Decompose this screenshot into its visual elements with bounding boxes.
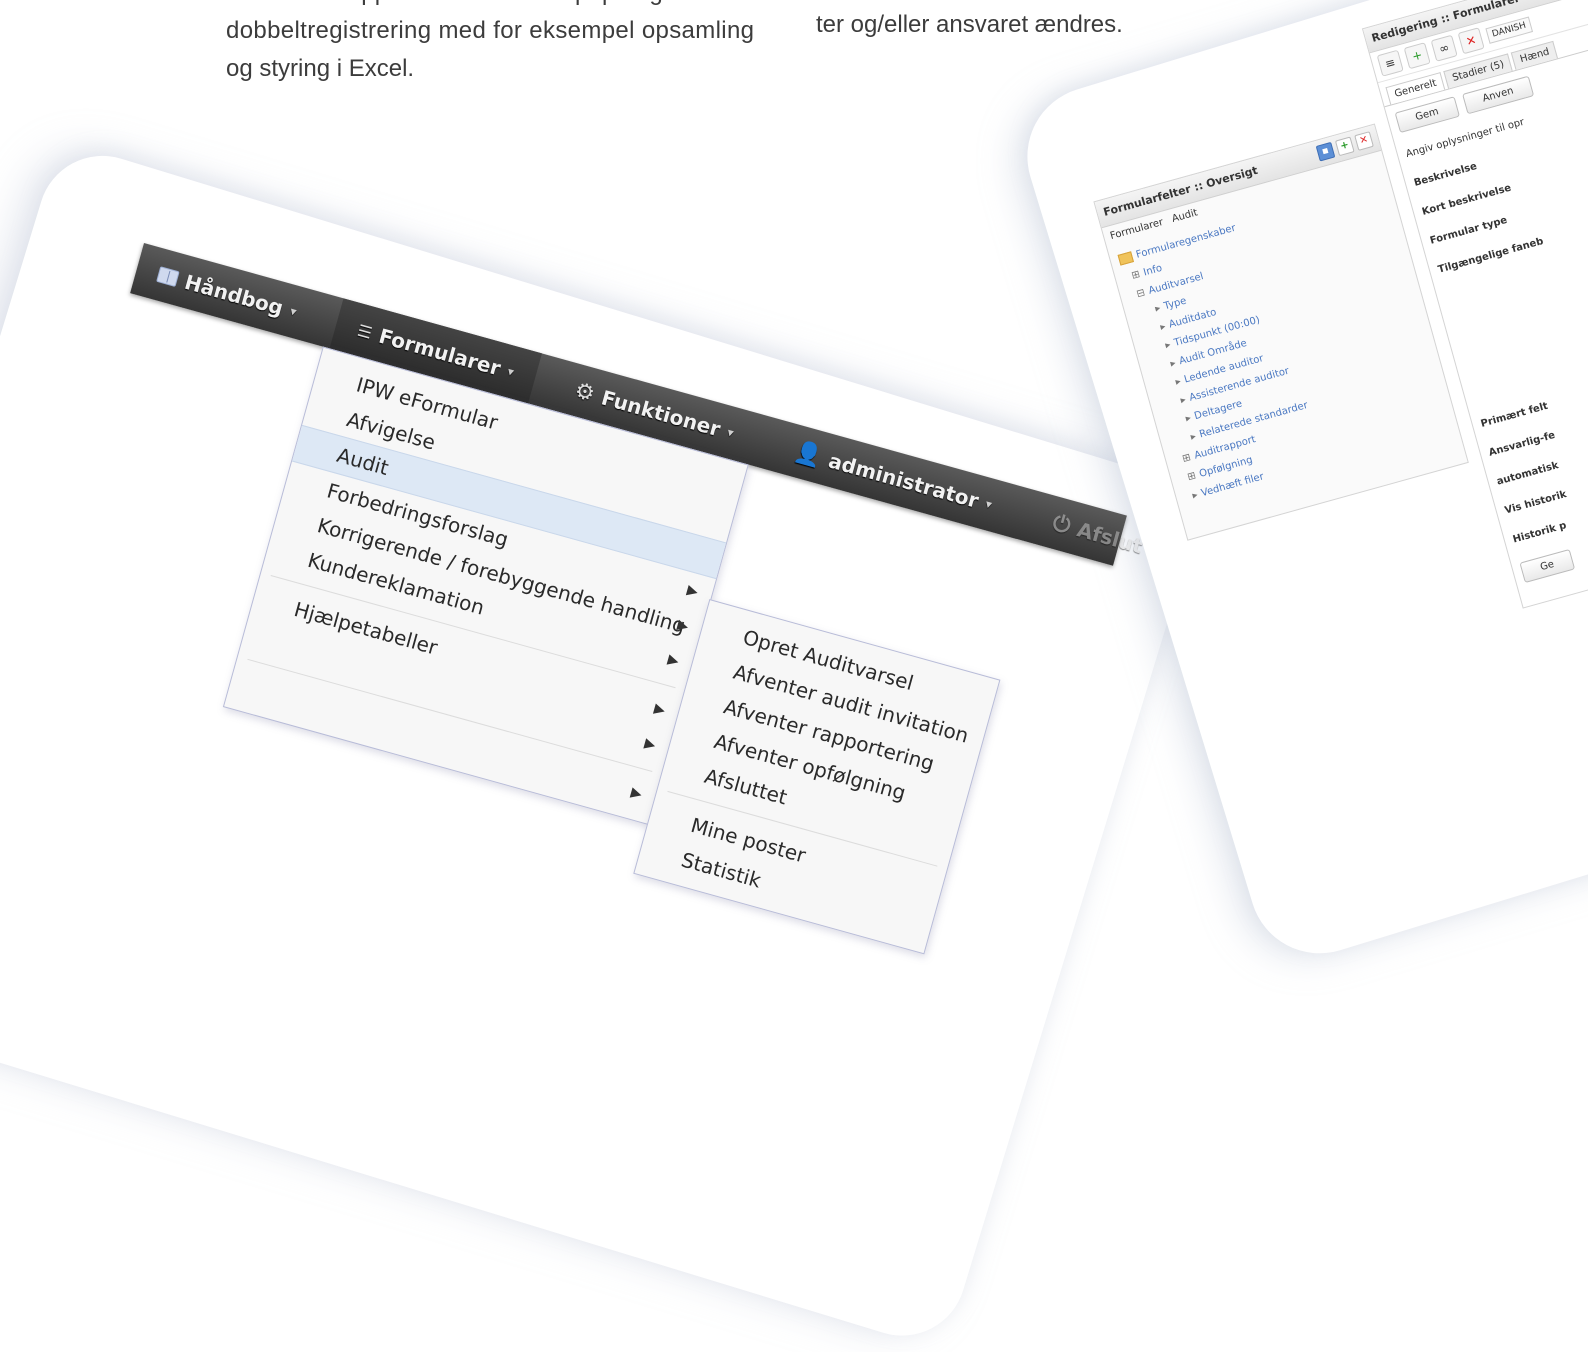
submenu-arrow-icon: ▶ [629,784,644,803]
leaf-icon: ▸ [1189,430,1198,443]
caret-down-icon: ▾ [725,425,736,441]
leaf-icon: ▸ [1159,321,1167,333]
leaf-icon: ▸ [1169,357,1178,370]
add-icon[interactable]: + [1403,42,1431,70]
expand-icon: ⊞ [1130,268,1142,282]
power-icon: ⏻ [1049,510,1074,539]
folder-icon [1117,250,1134,266]
brochure-text-left: mular Pro slipper du dermed for papir og… [226,0,756,88]
expand-icon: ⊞ [1186,470,1198,484]
tree-node-label: Type [1162,295,1188,313]
book-icon [156,266,180,287]
user-icon: 👤 [791,438,825,470]
leaf-icon: ▸ [1179,394,1188,407]
language-select[interactable]: DANISH [1485,16,1533,44]
link-icon[interactable]: ∞ [1430,34,1458,62]
leaf-icon: ▸ [1184,412,1193,425]
leaf-icon: ▸ [1153,302,1162,315]
leaf-icon: ▸ [1191,489,1200,502]
delete-icon[interactable]: ✕ [1354,131,1374,151]
menu-item-label: Audit [334,442,392,480]
caret-down-icon: ▾ [288,303,299,319]
bottom-button[interactable]: Ge [1519,548,1576,584]
add-icon[interactable]: + [1334,136,1355,157]
text-line: mular Pro slipper du dermed for papir og… [226,0,756,12]
leaf-icon: ▸ [1164,339,1172,352]
save-icon[interactable]: ▪ [1315,141,1336,162]
form-filter-value: Audit [1170,207,1199,225]
leaf-icon: ▸ [1174,375,1183,388]
tree-node-label: Info [1142,262,1164,279]
text-line: dobbeltregistrering med for eksempel ops… [226,17,755,44]
caret-down-icon: ▾ [983,496,994,512]
submenu-arrow-icon: ▶ [685,582,700,601]
list-icon[interactable]: ≡ [1376,49,1404,77]
expand-icon: ⊞ [1181,452,1193,465]
submenu-arrow-icon: ▶ [665,651,681,670]
list-icon: ☰ [355,320,375,343]
submenu-arrow-icon: ▶ [652,700,667,719]
text-line: og styring i Excel. [226,55,415,82]
gear-icon: ⚙ [571,377,598,407]
collapse-icon: ⊟ [1135,287,1147,301]
delete-icon[interactable]: ✕ [1457,27,1485,55]
caret-down-icon: ▾ [505,364,516,380]
nav-afslut-label: Afslut [1074,517,1146,559]
submenu-arrow-icon: ▶ [642,735,658,754]
